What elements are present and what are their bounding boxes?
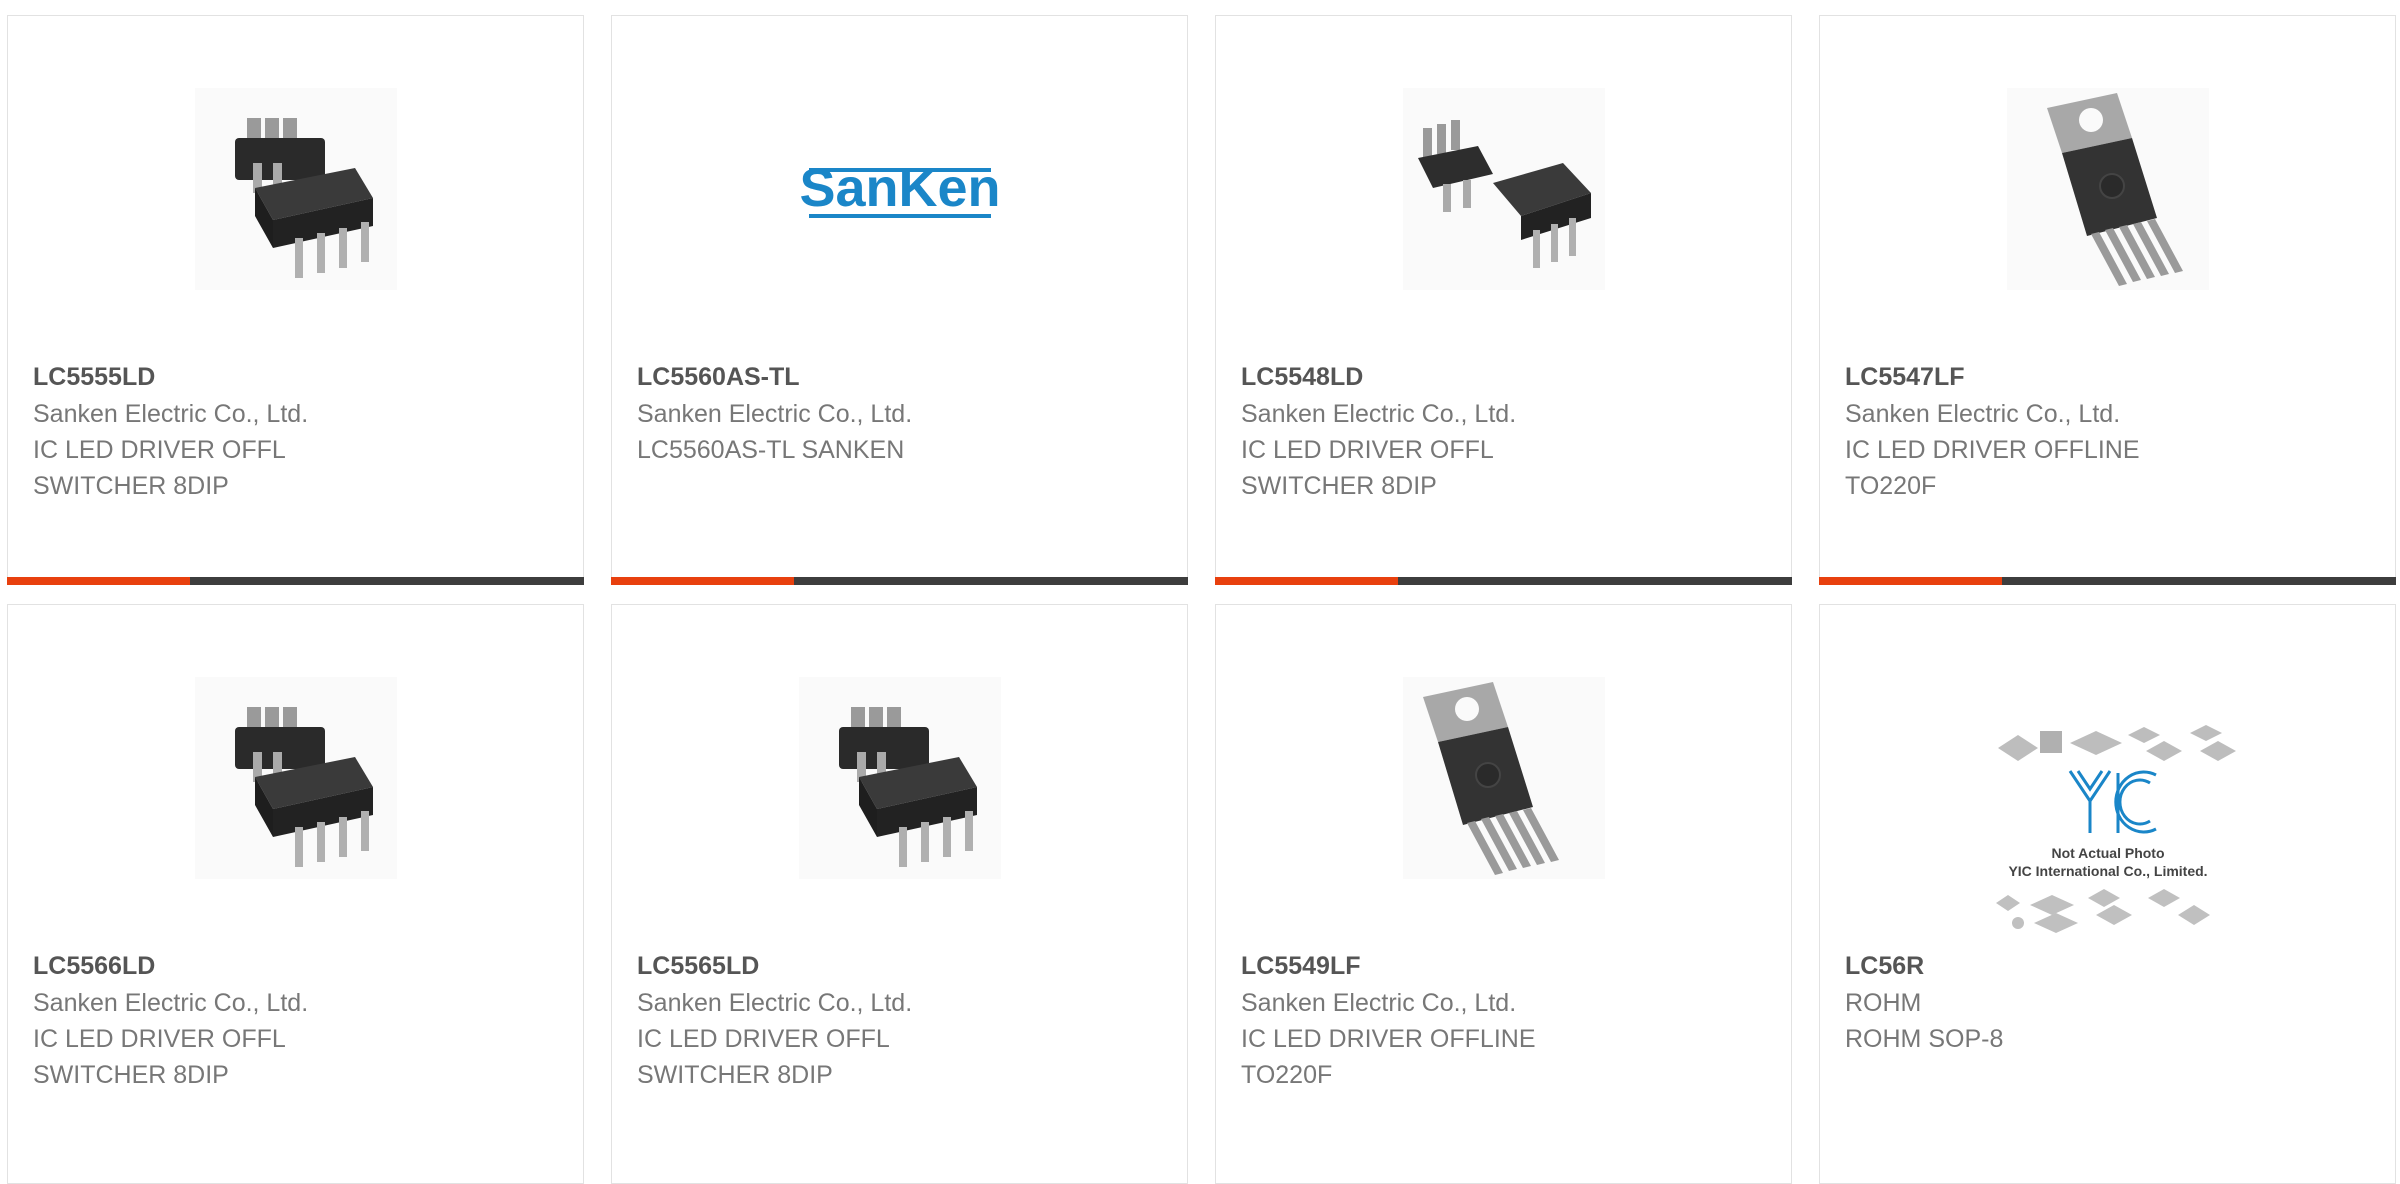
product-description: IC LED DRIVER OFFLINE TO220F	[1241, 1025, 1536, 1089]
dip-8-package-icon[interactable]	[799, 677, 1001, 879]
card-accent-bar	[611, 577, 1188, 585]
product-grid: LC5555LD Sanken Electric Co., Ltd. IC LE…	[0, 0, 2400, 1184]
placeholder-not-actual-photo[interactable]: Not Actual Photo YIC International Co., …	[1978, 693, 2238, 943]
product-card[interactable]: LC5555LD Sanken Electric Co., Ltd. IC LE…	[7, 15, 584, 585]
product-card[interactable]: LC5548LD Sanken Electric Co., Ltd. IC LE…	[1215, 15, 1792, 585]
product-description: LC5560AS-TL SANKEN	[637, 436, 905, 464]
dip-8-package-icon[interactable]	[195, 677, 397, 879]
product-card[interactable]: LC5547LF Sanken Electric Co., Ltd. IC LE…	[1819, 15, 2396, 585]
card-accent-bar	[7, 577, 584, 585]
product-description: IC LED DRIVER OFFLINE TO220F	[1845, 436, 2140, 500]
to220f-package-icon[interactable]	[2007, 88, 2209, 290]
manufacturer-name: Sanken Electric Co., Ltd.	[1241, 400, 1517, 428]
card-accent-bar	[1215, 577, 1792, 585]
product-description: IC LED DRIVER OFFL SWITCHER 8DIP	[33, 1025, 285, 1089]
product-card[interactable]: LC5565LD Sanken Electric Co., Ltd. IC LE…	[611, 604, 1188, 1184]
dip-8-package-icon[interactable]	[195, 88, 397, 290]
part-number-link[interactable]: LC5565LD	[637, 947, 1167, 985]
part-number-link[interactable]: LC5566LD	[33, 947, 563, 985]
product-description: IC LED DRIVER OFFL SWITCHER 8DIP	[1241, 436, 1493, 500]
part-number-link[interactable]: LC5560AS-TL	[637, 358, 1167, 396]
placeholder-company: YIC International Co., Limited.	[2008, 863, 2207, 879]
part-number-link[interactable]: LC5548LD	[1241, 358, 1771, 396]
product-card[interactable]: SanKen LC5560AS-TL Sanken Electric Co., …	[611, 15, 1188, 585]
product-card[interactable]: LC5549LF Sanken Electric Co., Ltd. IC LE…	[1215, 604, 1792, 1184]
product-card[interactable]: LC5566LD Sanken Electric Co., Ltd. IC LE…	[7, 604, 584, 1184]
placeholder-caption: Not Actual Photo	[2051, 845, 2164, 861]
sanken-logo[interactable]: SanKen	[799, 88, 1001, 290]
part-number-link[interactable]: LC5549LF	[1241, 947, 1771, 985]
product-description: IC LED DRIVER OFFL SWITCHER 8DIP	[637, 1025, 889, 1089]
dip-8-package-icon[interactable]	[1403, 88, 1605, 290]
manufacturer-name: Sanken Electric Co., Ltd.	[33, 400, 309, 428]
product-card[interactable]: Not Actual Photo YIC International Co., …	[1819, 604, 2396, 1184]
manufacturer-name: Sanken Electric Co., Ltd.	[637, 400, 913, 428]
manufacturer-name: ROHM	[1845, 989, 1922, 1017]
product-description: IC LED DRIVER OFFL SWITCHER 8DIP	[33, 436, 285, 500]
part-number-link[interactable]: LC5547LF	[1845, 358, 2375, 396]
manufacturer-name: Sanken Electric Co., Ltd.	[33, 989, 309, 1017]
card-accent-bar	[1819, 577, 2396, 585]
part-number-link[interactable]: LC5555LD	[33, 358, 563, 396]
manufacturer-name: Sanken Electric Co., Ltd.	[637, 989, 913, 1017]
manufacturer-name: Sanken Electric Co., Ltd.	[1845, 400, 2121, 428]
product-description: ROHM SOP-8	[1845, 1025, 2004, 1053]
to220f-package-icon[interactable]	[1403, 677, 1605, 879]
manufacturer-name: Sanken Electric Co., Ltd.	[1241, 989, 1517, 1017]
part-number-link[interactable]: LC56R	[1845, 947, 2375, 985]
sanken-logo-text: SanKen	[799, 158, 1000, 218]
